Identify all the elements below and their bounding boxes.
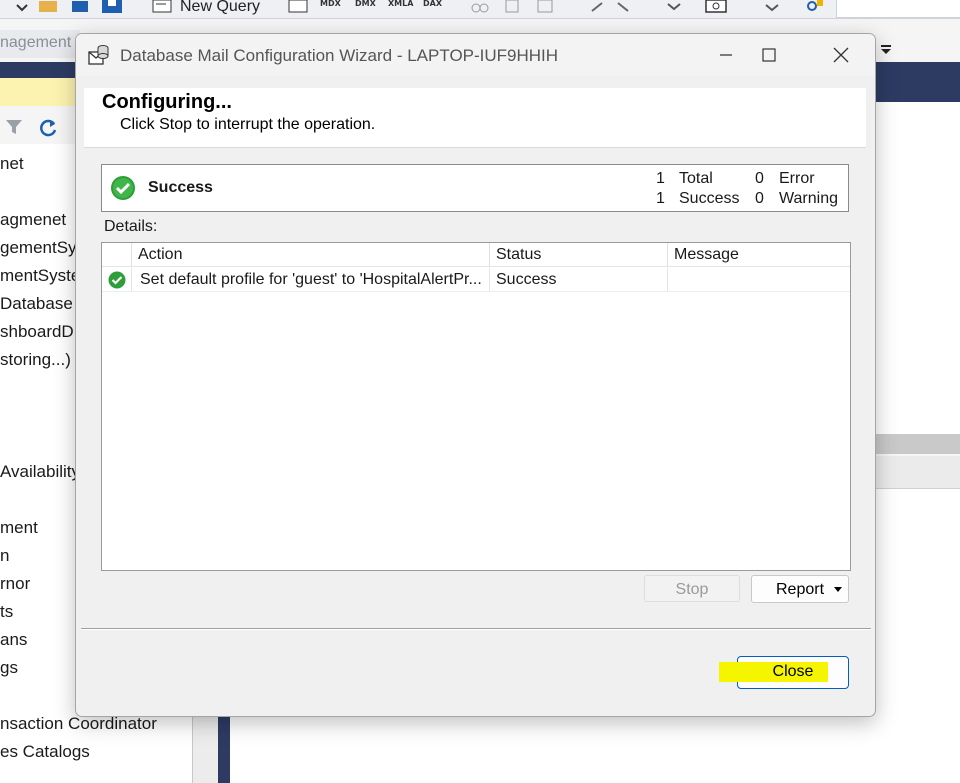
tree-item[interactable]: Availability	[0, 462, 80, 482]
database-mail-icon	[88, 44, 110, 71]
action-cell: Set default profile for 'guest' to 'Hosp…	[132, 268, 490, 292]
row-status-icon-cell	[102, 268, 132, 292]
paste-icon[interactable]	[536, 0, 556, 19]
tree-item[interactable]: n	[0, 546, 9, 566]
search-icon[interactable]	[804, 0, 824, 21]
chevron-down-icon[interactable]	[16, 0, 28, 18]
success-count: 1	[656, 190, 665, 207]
tree-item[interactable]: agmenet	[0, 210, 66, 230]
object-explorer-toolbar	[0, 112, 80, 142]
close-window-button[interactable]	[818, 38, 862, 72]
new-query-icon[interactable]	[152, 0, 174, 19]
page-title: Configuring...	[102, 91, 232, 113]
background-panel	[874, 102, 960, 121]
copy-icon[interactable]	[504, 0, 524, 19]
tree-item[interactable]: ans	[0, 630, 27, 650]
tree-item[interactable]: rnor	[0, 574, 30, 594]
document-tab-label: nagement	[0, 34, 72, 51]
tree-item[interactable]: nsaction Coordinator	[0, 714, 157, 734]
tree-item[interactable]: net	[0, 154, 24, 174]
mdx-query-button[interactable]: MDX	[320, 0, 341, 8]
page-subtitle: Click Stop to interrupt the operation.	[120, 116, 376, 133]
report-button-label: Report	[776, 581, 825, 598]
background-panel	[874, 489, 960, 783]
document-tab[interactable]: nagement	[0, 30, 80, 58]
tree-item[interactable]: mentSyste	[0, 266, 80, 286]
error-label: Error	[779, 170, 815, 187]
save-icon[interactable]	[72, 0, 88, 18]
cut-icon[interactable]	[470, 0, 490, 19]
properties-icon[interactable]	[704, 0, 728, 19]
tree-item[interactable]: shboardD	[0, 322, 74, 342]
success-check-icon	[108, 271, 126, 291]
refresh-icon[interactable]	[37, 117, 59, 144]
tree-item[interactable]: gementSys	[0, 238, 85, 258]
details-grid[interactable]: Action Status Message Set default profil…	[101, 242, 851, 571]
status-column-header[interactable]: Status	[490, 243, 668, 267]
database-mail-wizard-dialog: Database Mail Configuration Wizard - LAP…	[75, 33, 876, 717]
tree-item[interactable]: Database	[0, 294, 73, 314]
maximize-button[interactable]	[747, 38, 791, 72]
new-query-button[interactable]: New Query	[180, 0, 260, 16]
error-count: 0	[755, 170, 764, 187]
background-panel-header	[874, 434, 960, 454]
dialog-titlebar[interactable]: Database Mail Configuration Wizard - LAP…	[76, 34, 875, 76]
message-cell	[668, 268, 850, 292]
dmx-query-button[interactable]: DMX	[355, 0, 376, 8]
total-label: Total	[679, 170, 713, 187]
background-panel	[874, 456, 960, 489]
overall-status: Success	[148, 179, 213, 196]
dialog-separator	[81, 628, 871, 630]
save-all-icon[interactable]	[100, 0, 124, 19]
chevron-down-icon	[834, 587, 842, 592]
stop-button[interactable]: Stop	[644, 575, 740, 602]
filter-icon[interactable]	[5, 118, 23, 141]
tree-item[interactable]: es Catalogs	[0, 742, 90, 762]
warning-count: 0	[755, 190, 764, 207]
success-check-icon	[110, 176, 138, 209]
background-panel	[874, 120, 960, 434]
ssms-toolbar: New Query MDX DMX XMLA DAX	[0, 0, 960, 19]
quick-launch-input[interactable]	[836, 0, 960, 18]
xmla-query-button[interactable]: XMLA	[388, 0, 413, 8]
open-folder-icon[interactable]	[38, 0, 58, 18]
redo-icon[interactable]	[666, 0, 682, 18]
total-count: 1	[656, 170, 665, 187]
wizard-header: Configuring... Click Stop to interrupt t…	[84, 88, 866, 148]
tree-item[interactable]: ment	[0, 518, 38, 538]
details-label: Details:	[104, 218, 158, 235]
message-column-header[interactable]: Message	[668, 243, 850, 267]
tree-item[interactable]: storing...)	[0, 350, 71, 370]
success-label: Success	[679, 190, 740, 207]
database-engine-query-icon[interactable]	[288, 0, 310, 19]
undo-icon[interactable]	[590, 0, 630, 18]
dropdown-icon[interactable]	[764, 0, 780, 18]
close-button-label[interactable]: Close	[737, 663, 849, 681]
tab-overflow-icon[interactable]	[880, 42, 892, 60]
row-icon-column-header	[102, 243, 132, 267]
dialog-title: Database Mail Configuration Wizard - LAP…	[120, 46, 559, 65]
status-cell: Success	[490, 268, 668, 292]
tree-item[interactable]: gs	[0, 658, 18, 678]
report-button[interactable]: Report	[751, 575, 849, 603]
warning-label: Warning	[779, 190, 838, 207]
action-column-header[interactable]: Action	[132, 243, 490, 267]
tree-item[interactable]: ts	[0, 602, 13, 622]
minimize-button[interactable]	[704, 38, 748, 72]
status-summary: Success 1 Total 1 Success 0 Error 0 Warn…	[101, 164, 849, 212]
dax-query-button[interactable]: DAX	[423, 0, 442, 8]
